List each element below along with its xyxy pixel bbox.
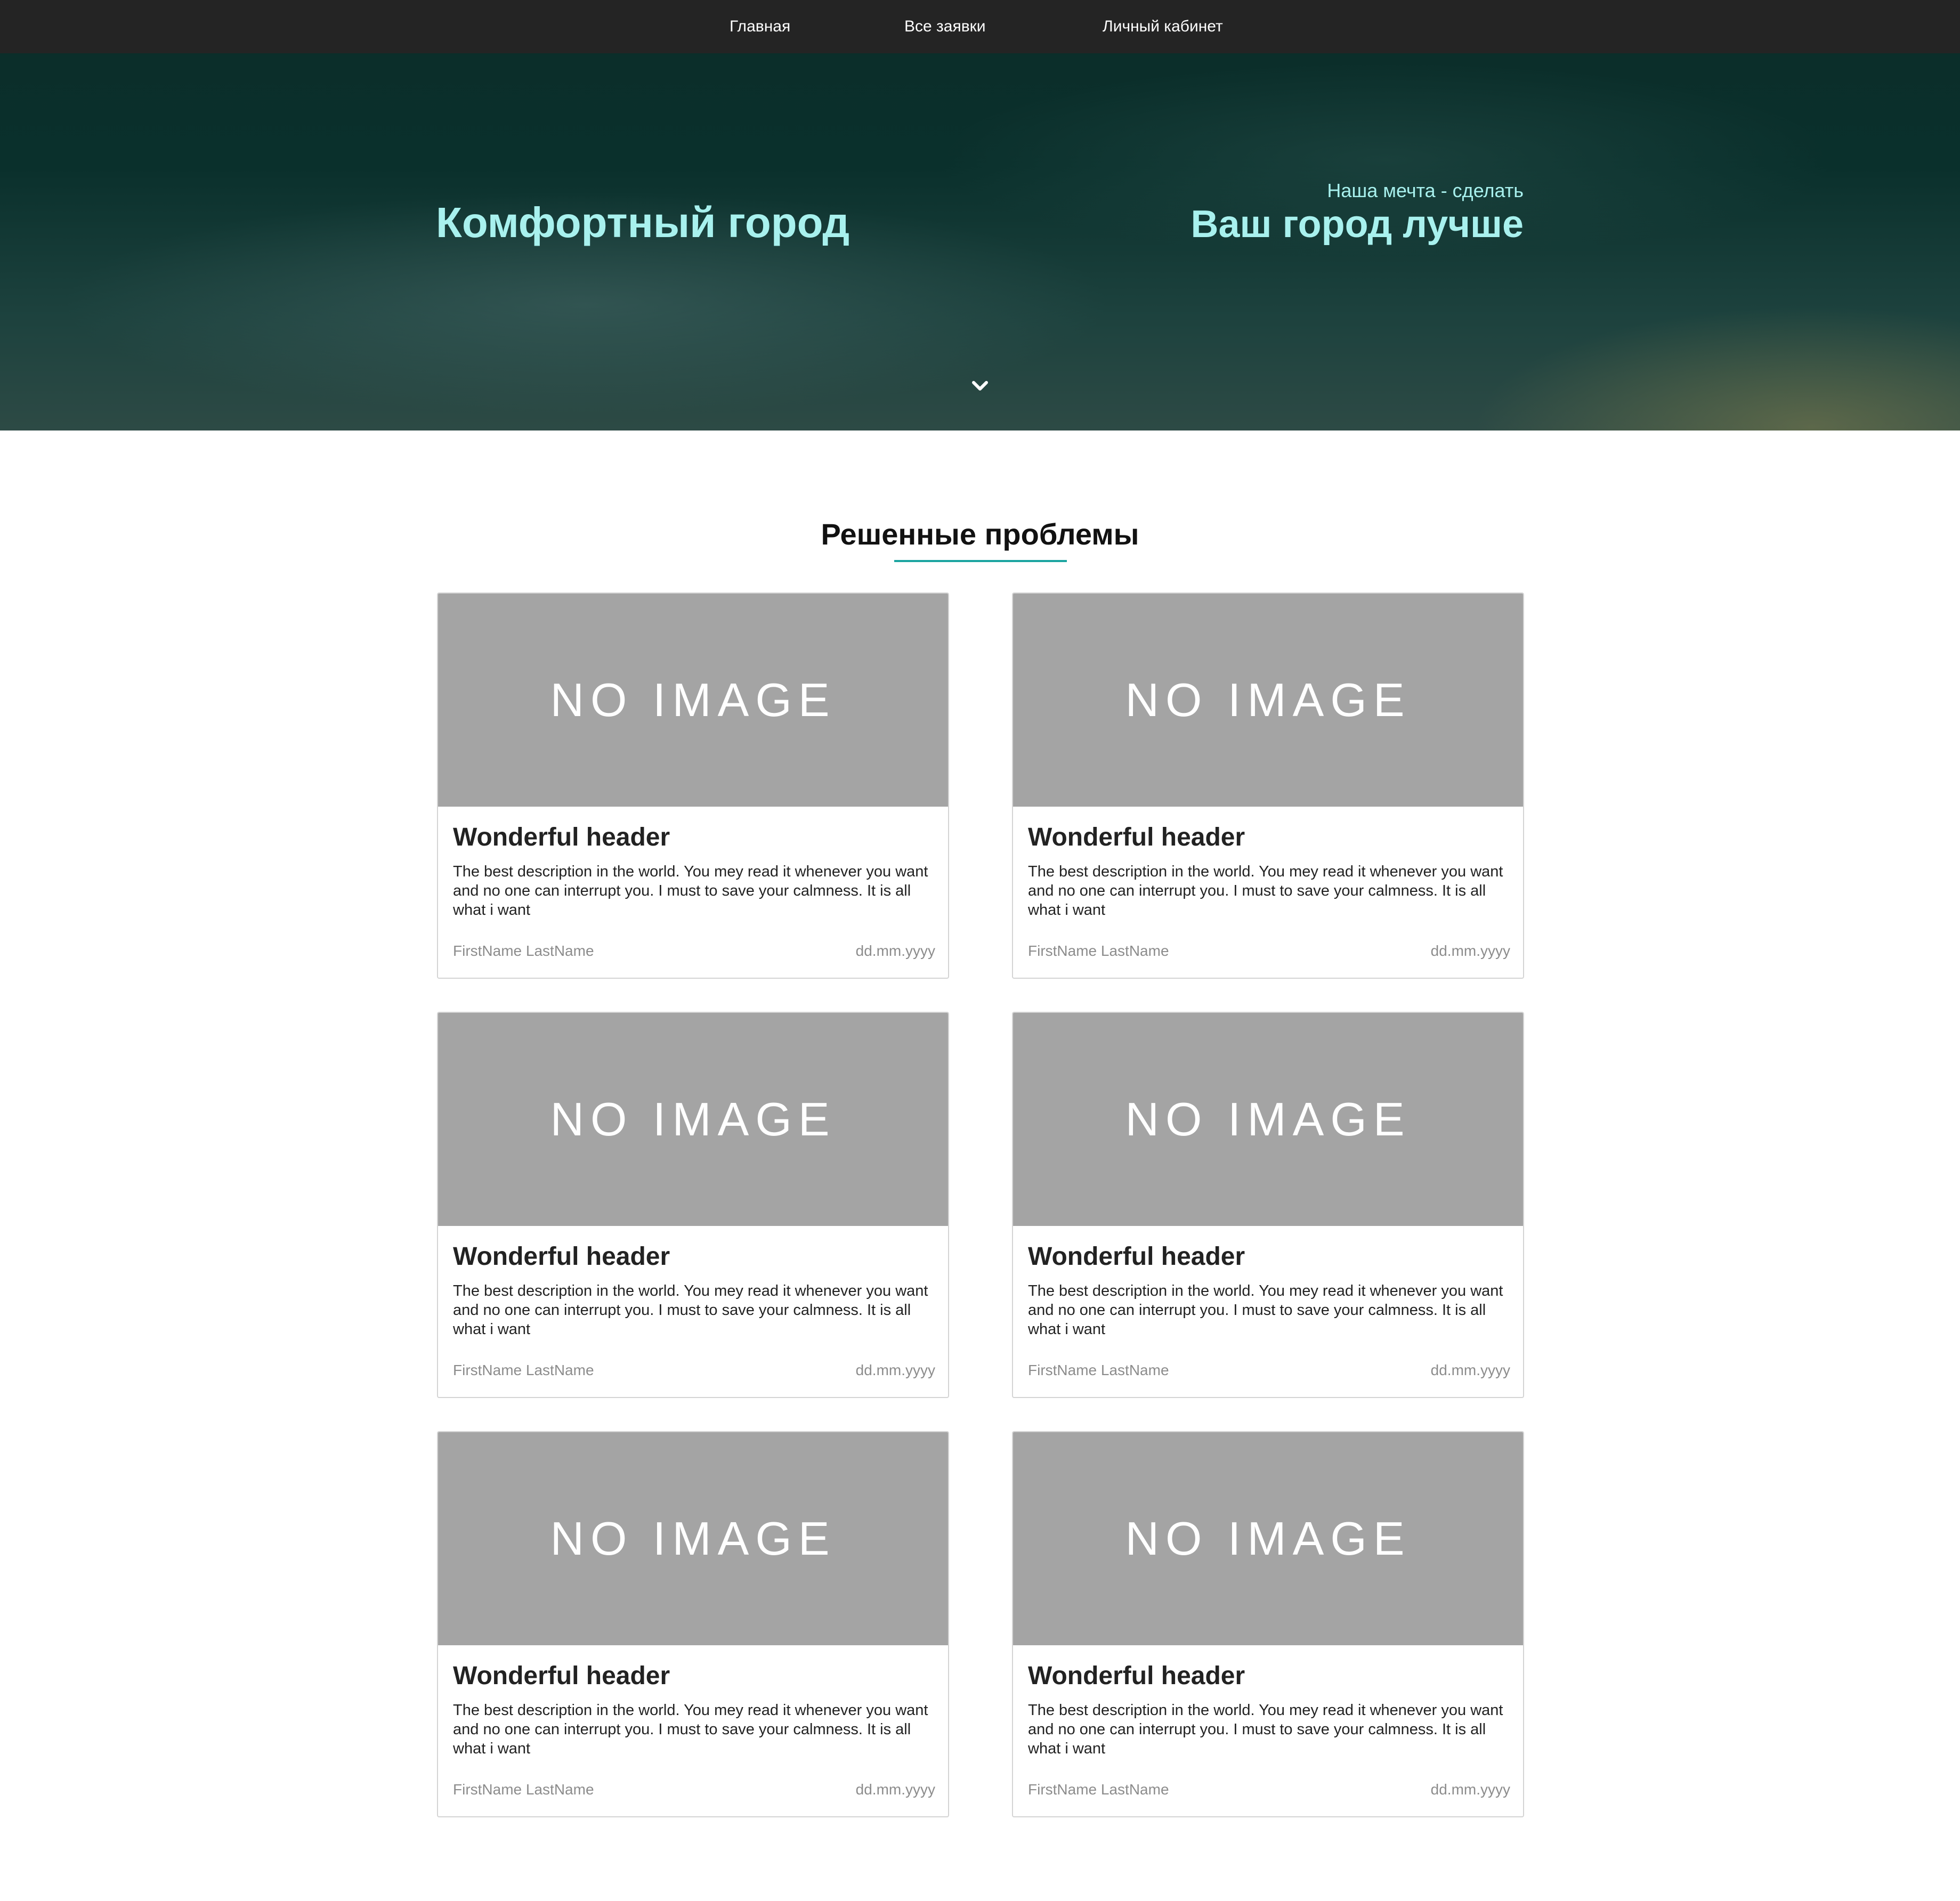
no-image-label: NO IMAGE bbox=[550, 1512, 836, 1565]
card-author: FirstName LastName bbox=[453, 1362, 594, 1378]
nav-link-home[interactable]: Главная bbox=[730, 0, 790, 53]
section-title-underline bbox=[894, 560, 1067, 562]
card-description: The best description in the world. You m… bbox=[1028, 1702, 1503, 1757]
page: Главная Все заявки Личный кабинет Комфор… bbox=[0, 0, 1960, 1901]
card-date: dd.mm.yyyy bbox=[855, 943, 935, 959]
card-author: FirstName LastName bbox=[1028, 943, 1169, 959]
hero-banner: Комфортный город Наша мечта - сделать Ва… bbox=[0, 53, 1960, 430]
no-image-label: NO IMAGE bbox=[550, 1093, 836, 1146]
hero-slogan: Ваш город лучше bbox=[1190, 203, 1524, 246]
card-title: Wonderful header bbox=[1028, 1662, 1245, 1690]
card-date: dd.mm.yyyy bbox=[1430, 1362, 1510, 1378]
card-description: The best description in the world. You m… bbox=[453, 1702, 928, 1757]
card-author: FirstName LastName bbox=[453, 1781, 594, 1798]
card-date: dd.mm.yyyy bbox=[855, 1362, 935, 1378]
card-author: FirstName LastName bbox=[453, 943, 594, 959]
no-image-label: NO IMAGE bbox=[1125, 673, 1411, 726]
card-title: Wonderful header bbox=[1028, 823, 1245, 851]
card-title: Wonderful header bbox=[453, 1662, 670, 1690]
card-author: FirstName LastName bbox=[1028, 1781, 1169, 1798]
card-image-placeholder: NO IMAGE bbox=[438, 594, 948, 807]
card-description: The best description in the world. You m… bbox=[1028, 863, 1503, 919]
card-image-placeholder: NO IMAGE bbox=[1013, 1013, 1523, 1226]
card-image-placeholder: NO IMAGE bbox=[438, 1013, 948, 1226]
no-image-label: NO IMAGE bbox=[1125, 1093, 1411, 1146]
section-title: Решенные проблемы bbox=[821, 517, 1139, 551]
problem-card[interactable]: NO IMAGE Wonderful header The best descr… bbox=[1012, 592, 1524, 979]
card-description: The best description in the world. You m… bbox=[453, 863, 928, 919]
card-date: dd.mm.yyyy bbox=[1430, 1781, 1510, 1798]
card-image-placeholder: NO IMAGE bbox=[1013, 594, 1523, 807]
chevron-down-icon[interactable] bbox=[971, 379, 989, 392]
card-title: Wonderful header bbox=[1028, 1242, 1245, 1271]
problem-card[interactable]: NO IMAGE Wonderful header The best descr… bbox=[1012, 1431, 1524, 1817]
card-author: FirstName LastName bbox=[1028, 1362, 1169, 1378]
no-image-label: NO IMAGE bbox=[550, 673, 836, 726]
card-image-placeholder: NO IMAGE bbox=[1013, 1432, 1523, 1645]
problem-card[interactable]: NO IMAGE Wonderful header The best descr… bbox=[437, 1012, 949, 1398]
problem-card[interactable]: NO IMAGE Wonderful header The best descr… bbox=[1012, 1012, 1524, 1398]
no-image-label: NO IMAGE bbox=[1125, 1512, 1411, 1565]
nav-link-account[interactable]: Личный кабинет bbox=[1103, 0, 1223, 53]
top-navigation: Главная Все заявки Личный кабинет bbox=[0, 0, 1960, 53]
problem-card[interactable]: NO IMAGE Wonderful header The best descr… bbox=[437, 1431, 949, 1817]
card-title: Wonderful header bbox=[453, 1242, 670, 1271]
card-date: dd.mm.yyyy bbox=[855, 1781, 935, 1798]
card-date: dd.mm.yyyy bbox=[1430, 943, 1510, 959]
nav-link-all-requests[interactable]: Все заявки bbox=[904, 0, 986, 53]
card-title: Wonderful header bbox=[453, 823, 670, 851]
card-image-placeholder: NO IMAGE bbox=[438, 1432, 948, 1645]
hero-tagline: Наша мечта - сделать bbox=[1327, 180, 1524, 201]
problem-card[interactable]: NO IMAGE Wonderful header The best descr… bbox=[437, 592, 949, 979]
card-description: The best description in the world. You m… bbox=[453, 1282, 928, 1338]
hero-title: Комфортный город bbox=[436, 199, 850, 246]
card-description: The best description in the world. You m… bbox=[1028, 1282, 1503, 1338]
